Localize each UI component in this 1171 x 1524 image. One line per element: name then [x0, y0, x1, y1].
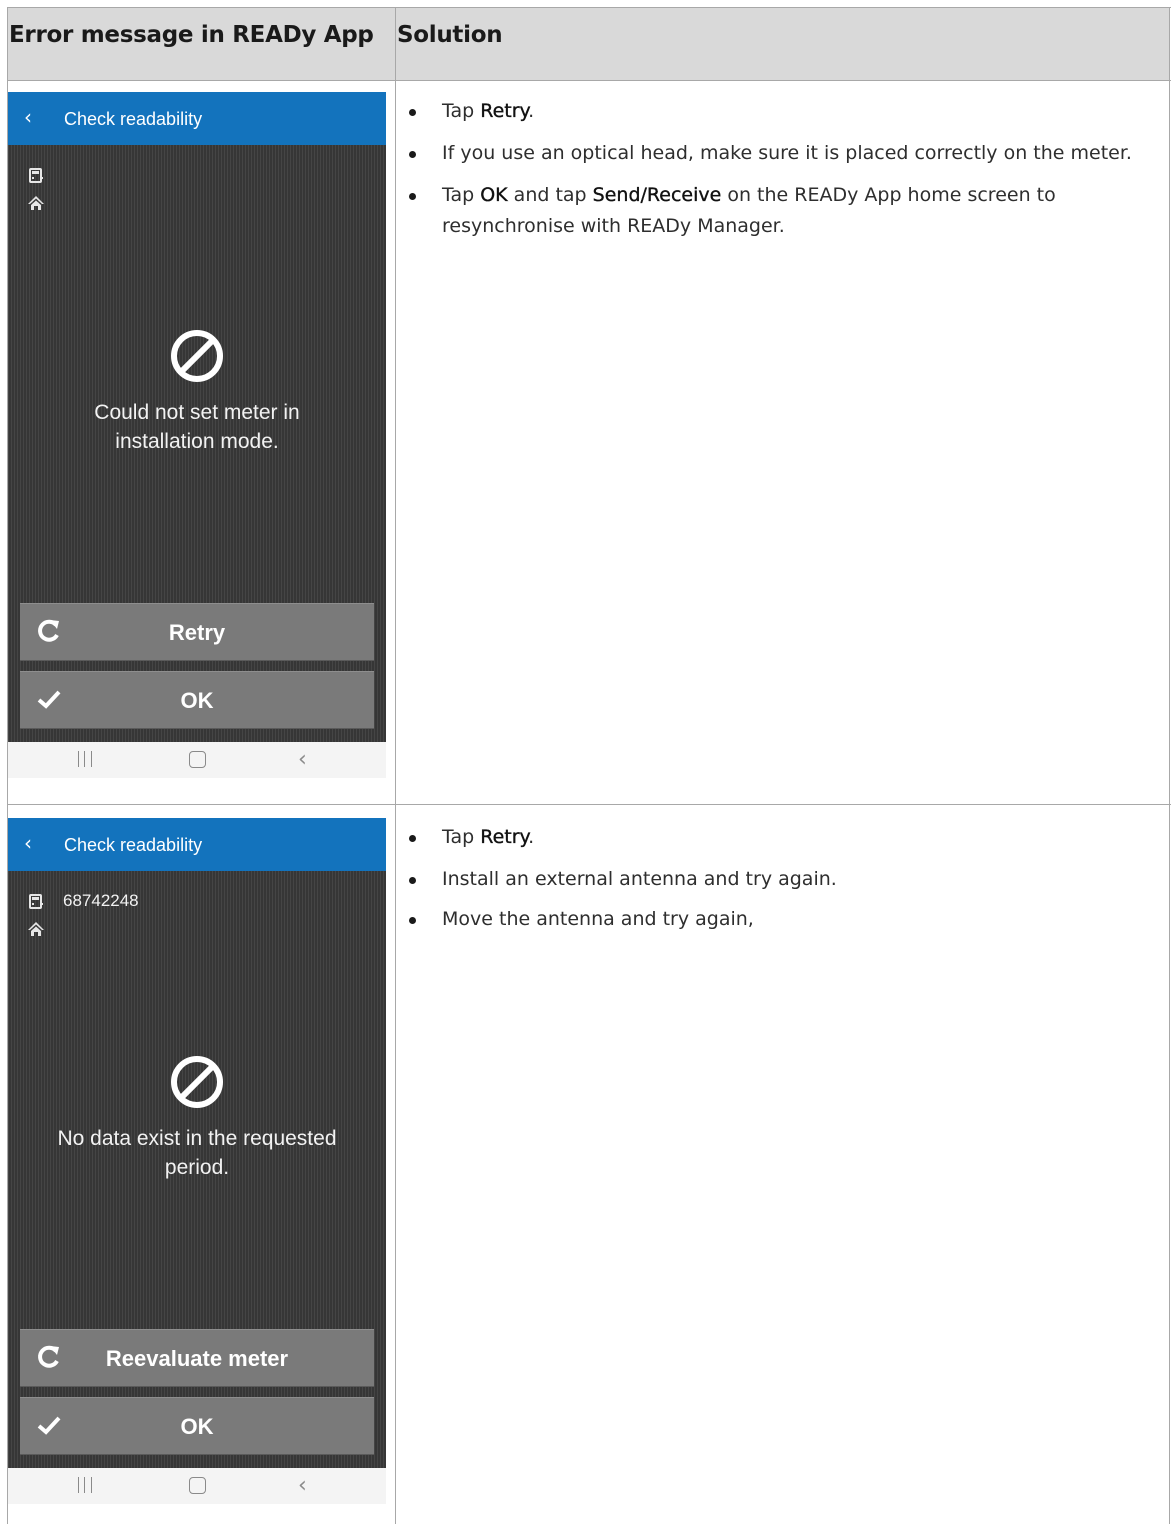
solution-step: Tap OK and tap Send/Receive on the READy… [405, 180, 1145, 242]
solution-step: Install an external antenna and try agai… [405, 864, 1145, 895]
solution-list: Tap Retry. If you use an optical head, m… [405, 96, 1145, 253]
prohibited-icon [171, 1056, 223, 1108]
prohibited-icon [171, 330, 223, 382]
solution-step: Tap Retry. [405, 96, 1145, 127]
screen-title: Check readability [64, 109, 203, 129]
column-header-error-message: Error message in READy App [9, 22, 374, 48]
recent-apps-icon[interactable] [78, 751, 92, 767]
chevron-left-icon[interactable]: ‹ [24, 831, 32, 855]
android-nav-bar: ‹ [8, 742, 386, 778]
home-button-icon[interactable] [189, 1477, 206, 1494]
table-border-header [7, 80, 1171, 81]
table-border-middle [395, 7, 396, 1524]
app-bar: ‹ Check readability [8, 818, 386, 871]
ok-button-label: OK [180, 1414, 214, 1439]
retry-button-label: Retry [168, 620, 226, 645]
column-header-solution: Solution [397, 22, 503, 48]
table-border-right [1169, 7, 1170, 1524]
solution-list: Tap Retry. Install an external antenna a… [405, 822, 1145, 946]
android-nav-bar: ‹ [8, 1468, 386, 1504]
screen-title: Check readability [64, 835, 203, 855]
table-border-top [7, 7, 1171, 8]
app-bar: ‹ Check readability [8, 92, 386, 145]
app-screenshot: ‹ Check readability Could not set meter … [8, 92, 386, 778]
recent-apps-icon[interactable] [78, 1477, 92, 1493]
ok-button[interactable]: OK [20, 1397, 374, 1455]
meter-icon [29, 894, 43, 909]
table-border-row [7, 804, 1171, 805]
chevron-left-icon[interactable]: ‹ [24, 105, 32, 129]
home-button-icon[interactable] [189, 751, 206, 768]
error-message: No data exist in the requested period. [57, 1127, 337, 1179]
solution-step: If you use an optical head, make sure it… [405, 138, 1145, 169]
ok-button-label: OK [180, 688, 214, 713]
back-icon[interactable]: ‹ [298, 747, 307, 772]
reevaluate-meter-button[interactable]: Reevaluate meter [20, 1329, 374, 1387]
meter-number: 68742248 [63, 891, 139, 910]
reevaluate-meter-button-label: Reevaluate meter [105, 1346, 289, 1371]
retry-button[interactable]: Retry [20, 603, 374, 661]
error-message: Could not set meter in installation mode… [94, 401, 300, 453]
home-icon [28, 922, 44, 936]
app-screenshot: ‹ Check readability 68742248 No data exi… [8, 818, 386, 1504]
back-icon[interactable]: ‹ [298, 1473, 307, 1498]
meter-icon [29, 168, 43, 183]
solution-step: Move the antenna and try again, [405, 904, 1145, 935]
home-icon [28, 196, 44, 210]
solution-step: Tap Retry. [405, 822, 1145, 853]
ok-button[interactable]: OK [20, 671, 374, 729]
